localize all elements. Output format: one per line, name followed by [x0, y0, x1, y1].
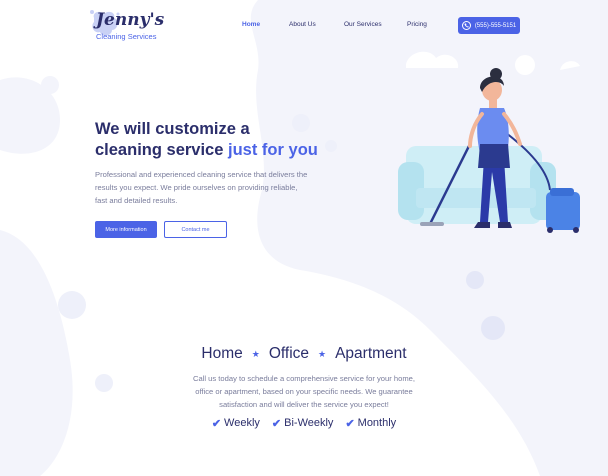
service-type-office: Office [268, 345, 310, 362]
cleaning-lady-illustration [398, 68, 580, 233]
contact-me-button[interactable]: Contact me [164, 221, 227, 238]
hero-description: Professional and experienced cleaning se… [95, 170, 308, 205]
phone-button[interactable]: (555)-555-5151 [458, 17, 520, 34]
brand-tagline: Cleaning Services [96, 32, 157, 41]
more-information-button[interactable]: More information [95, 221, 157, 238]
check-icon: ✔ [211, 417, 222, 430]
nav-item-home[interactable]: Home [242, 21, 260, 28]
frequency-label: Bi-Weekly [284, 417, 334, 429]
frequency-label: Weekly [224, 417, 260, 429]
nav-item-our-services[interactable]: Our Services [344, 21, 382, 28]
service-type-apartment: Apartment [335, 345, 407, 362]
services-description: Call us today to schedule a comprehensiv… [192, 374, 416, 409]
check-icon: ✔ [345, 417, 355, 430]
frequency-monthly: ✔ Monthly [345, 417, 396, 430]
frequency-bi-weekly: ✔ Bi-Weekly [272, 417, 334, 430]
hero-title-line1: We will customize a [95, 120, 250, 138]
check-icon: ✔ [271, 417, 282, 430]
phone-number: (555)-555-5151 [474, 22, 517, 29]
service-frequencies: ✔ Weekly ✔ Bi-Weekly ✔ Monthly [0, 415, 608, 431]
service-types: Home ★ Office ★ Apartment [0, 343, 608, 365]
service-type-home: Home [201, 345, 243, 362]
phone-icon [461, 21, 471, 30]
hero-title-line2: cleaning service [95, 141, 224, 159]
frequency-weekly: ✔ Weekly [212, 417, 260, 430]
hero-title: We will customize a cleaning service jus… [95, 119, 355, 161]
frequency-label: Monthly [357, 417, 397, 429]
star-icon: ★ [251, 348, 260, 359]
nav-item-about-us[interactable]: About Us [289, 21, 316, 28]
nav-item-pricing[interactable]: Pricing [407, 21, 427, 28]
hero-title-accent: just for you [228, 141, 318, 159]
star-icon: ★ [318, 348, 327, 359]
